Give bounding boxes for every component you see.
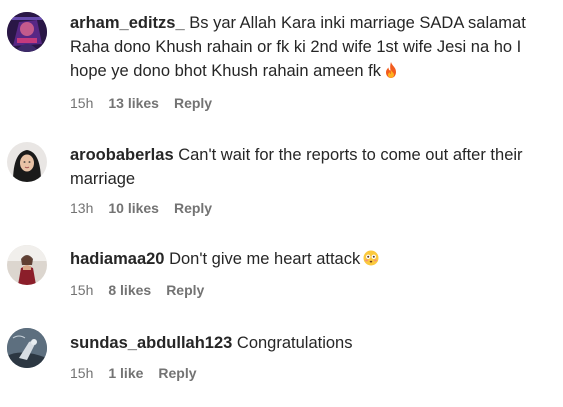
comment-text: Don't give me heart attack: [169, 250, 361, 268]
comment-username[interactable]: sundas_abdullah123: [70, 334, 232, 352]
comment-timestamp: 15h: [70, 95, 94, 111]
avatar[interactable]: [7, 12, 47, 52]
comment-meta: 15h 8 likes Reply: [70, 281, 219, 299]
comment-body: sundas_abdullah123 Congratulations: [70, 331, 555, 355]
reply-button[interactable]: Reply: [174, 95, 212, 111]
likes-count[interactable]: 13 likes: [108, 95, 159, 111]
comment-meta: 13h 10 likes Reply: [70, 199, 227, 217]
reply-button[interactable]: Reply: [166, 282, 204, 298]
comment-timestamp: 15h: [70, 282, 94, 298]
likes-count[interactable]: 1 like: [108, 365, 143, 381]
comment-timestamp: 15h: [70, 365, 94, 381]
comment-meta: 15h 1 like Reply: [70, 364, 212, 382]
comment-body: aroobaberlas Can't wait for the reports …: [70, 143, 555, 191]
avatar[interactable]: [7, 245, 47, 285]
comment-username[interactable]: arham_editzs_: [70, 14, 185, 32]
flushed-face-emoji-icon: [363, 250, 379, 266]
comment-username[interactable]: hadiamaa20: [70, 250, 164, 268]
comment-meta: 15h 13 likes Reply: [70, 94, 227, 112]
comment-body: arham_editzs_ Bs yar Allah Kara inki mar…: [70, 11, 555, 83]
likes-count[interactable]: 10 likes: [108, 200, 159, 216]
avatar[interactable]: [7, 328, 47, 368]
reply-button[interactable]: Reply: [158, 365, 196, 381]
comment-text: Congratulations: [236, 334, 353, 352]
comment-username[interactable]: aroobaberlas: [70, 146, 174, 164]
avatar[interactable]: [7, 142, 47, 182]
comment-body: hadiamaa20 Don't give me heart attack: [70, 247, 555, 271]
reply-button[interactable]: Reply: [174, 200, 212, 216]
comments-list: arham_editzs_ Bs yar Allah Kara inki mar…: [0, 0, 563, 407]
fire-emoji-icon: [385, 62, 396, 78]
comment-timestamp: 13h: [70, 200, 94, 216]
likes-count[interactable]: 8 likes: [108, 282, 151, 298]
